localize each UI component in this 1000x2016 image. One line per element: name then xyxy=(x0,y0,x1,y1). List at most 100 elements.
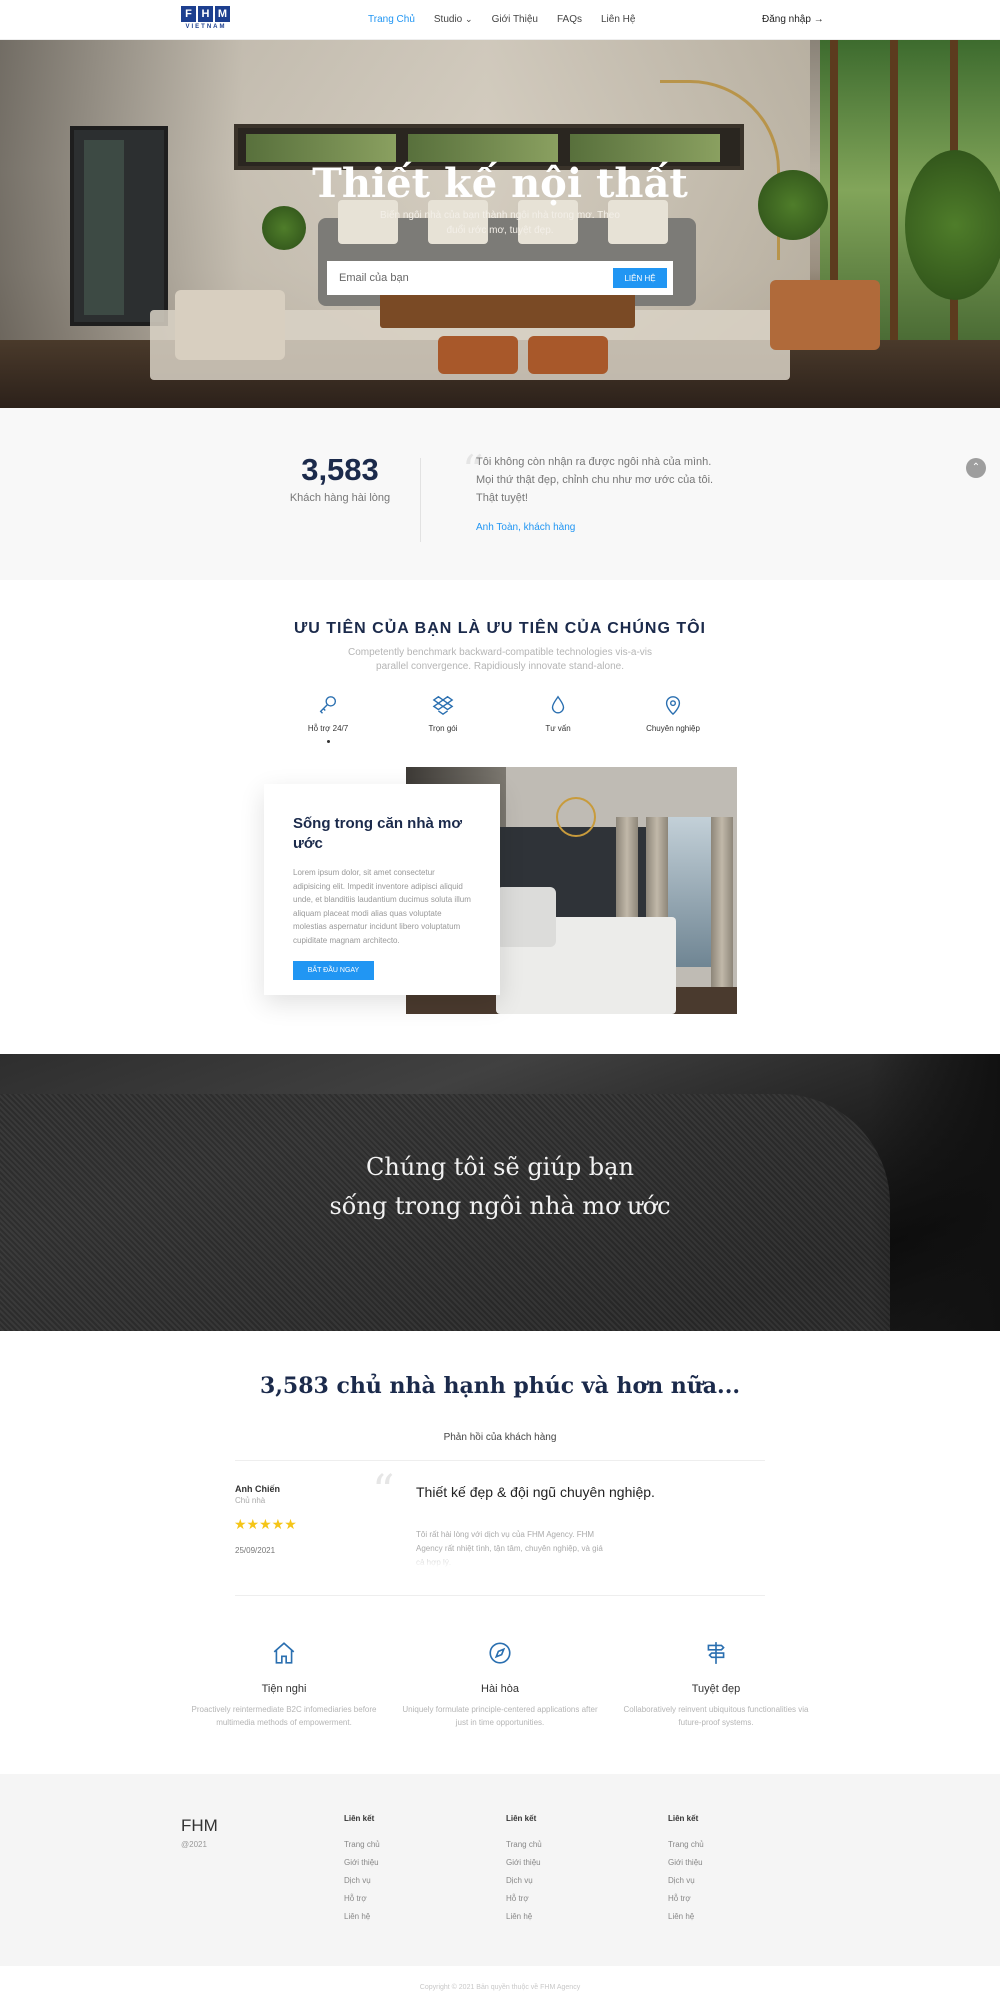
footer-year: @2021 xyxy=(181,1840,207,1849)
footer-link-contact[interactable]: Liên hệ xyxy=(506,1912,646,1930)
reviews-divider xyxy=(235,1460,765,1461)
copyright: Copyright © 2021 Bản quyền thuộc về FHM … xyxy=(419,1984,581,1991)
menu-item-faqs[interactable]: FAQs xyxy=(557,14,582,25)
feature-package[interactable]: Trọn gói xyxy=(398,694,488,733)
footer-link-support[interactable]: Hỗ trợ xyxy=(506,1894,646,1912)
hero-armchair xyxy=(175,290,285,360)
contact-button[interactable]: LIÊN HỆ xyxy=(613,268,667,288)
feature-consulting[interactable]: Tư vấn xyxy=(513,694,603,733)
banner-line-2: sống trong ngôi nhà mơ ước xyxy=(329,1192,671,1220)
footer-brand: FHM xyxy=(181,1816,218,1835)
start-now-button[interactable]: BẮT ĐẦU NGAY xyxy=(293,961,374,980)
priority-subtitle: Competently benchmark backward-compatibl… xyxy=(347,647,653,672)
footer-link-home[interactable]: Trang chủ xyxy=(344,1840,484,1858)
logo-letter-m: M xyxy=(215,6,230,22)
value-title: Tiện nghi xyxy=(261,1683,307,1695)
reviews-divider xyxy=(235,1595,765,1596)
footer-link-home[interactable]: Trang chủ xyxy=(668,1840,808,1858)
value-harmony: Hài hòa Uniquely formulate principle-cen… xyxy=(397,1640,603,1729)
feature-label: Trọn gói xyxy=(428,724,458,733)
value-text: Proactively reintermediate B2C infomedia… xyxy=(191,1705,377,1727)
footer-link-services[interactable]: Dịch vụ xyxy=(344,1876,484,1894)
feature-support[interactable]: Hỗ trợ 24/7 xyxy=(283,694,373,733)
scroll-to-top-button[interactable]: ⌃ xyxy=(966,458,986,478)
chevron-down-icon: ⌄ xyxy=(465,14,473,24)
footer-link-home[interactable]: Trang chủ xyxy=(506,1840,646,1858)
footer-column: Liên kết Trang chủ Giới thiệu Dịch vụ Hỗ… xyxy=(506,1814,646,1930)
feature-list: Hỗ trợ 24/7 Trọn gói Tư vấn Chuyên nghiệ… xyxy=(283,694,713,744)
value-title: Tuyệt đẹp xyxy=(691,1683,741,1695)
testimonial-quote: Tôi không còn nhận ra được ngôi nhà của … xyxy=(476,456,714,504)
logo-letter-h: H xyxy=(198,6,213,22)
footer-link-about[interactable]: Giới thiệu xyxy=(506,1858,646,1876)
reviewer-name: Anh Chiến xyxy=(235,1484,280,1494)
reviews-subtitle: Phản hồi của khách hàng xyxy=(443,1432,557,1443)
stats-divider xyxy=(420,458,421,542)
banner-text: Chúng tôi sẽ giúp bạn sống trong ngôi nh… xyxy=(0,1148,1000,1226)
footer-link-contact[interactable]: Liên hệ xyxy=(668,1912,808,1930)
hero-plant xyxy=(262,206,306,250)
menu-item-home[interactable]: Trang Chủ xyxy=(368,14,415,25)
menu-item-contact[interactable]: Liên Hệ xyxy=(601,14,635,25)
value-beauty: Tuyệt đẹp Collaboratively reinvent ubiqu… xyxy=(613,1640,819,1729)
hero-armchair xyxy=(770,280,880,350)
hero-title: Thiết kế nội thất xyxy=(312,160,688,207)
menu-item-about[interactable]: Giới Thiệu xyxy=(492,14,538,25)
menu-item-studio-label: Studio xyxy=(433,14,463,25)
brand-logo[interactable]: F H M VIETNAM xyxy=(181,6,231,34)
footer-column: Liên kết Trang chủ Giới thiệu Dịch vụ Hỗ… xyxy=(668,1814,808,1930)
card-text: Lorem ipsum dolor, sit amet consectetur … xyxy=(293,868,471,945)
value-text: Uniquely formulate principle-centered ap… xyxy=(402,1705,598,1727)
customer-count-label: Khách hàng hài lòng xyxy=(289,492,391,504)
priority-heading: ƯU TIÊN CỦA BẠN LÀ ƯU TIÊN CỦA CHÚNG TÔI xyxy=(293,620,706,637)
login-link[interactable]: Đăng nhập → xyxy=(762,14,824,25)
review-headline: Thiết kế đẹp & đội ngũ chuyên nghiệp. xyxy=(416,1484,655,1500)
active-feature-indicator xyxy=(327,740,330,743)
stats-section: 3,583 Khách hàng hài lòng “ Tôi không cò… xyxy=(0,408,1000,580)
email-input[interactable] xyxy=(339,269,589,287)
dropbox-icon xyxy=(398,694,488,716)
customer-count: 3,583 xyxy=(301,452,379,487)
dream-home-banner: Chúng tôi sẽ giúp bạn sống trong ngôi nh… xyxy=(0,1054,1000,1331)
value-text: Collaboratively reinvent ubiquitous func… xyxy=(623,1705,809,1727)
footer-link-about[interactable]: Giới thiệu xyxy=(344,1858,484,1876)
star-rating: ★★★★★ xyxy=(234,1516,297,1532)
footer-link-support[interactable]: Hỗ trợ xyxy=(668,1894,808,1912)
footer-column-title: Liên kết xyxy=(506,1814,537,1823)
home-icon xyxy=(181,1640,387,1666)
footer-link-services[interactable]: Dịch vụ xyxy=(506,1876,646,1894)
drop-icon xyxy=(513,694,603,716)
feature-label: Chuyên nghiệp xyxy=(646,724,700,733)
review-date: 25/09/2021 xyxy=(235,1546,276,1555)
logo-letter-f: F xyxy=(181,6,196,22)
banner-line-1: Chúng tôi sẽ giúp bạn xyxy=(366,1153,634,1181)
footer-link-about[interactable]: Giới thiệu xyxy=(668,1858,808,1876)
hero-subtitle: Biến ngôi nhà của bạn thành ngôi nhà tro… xyxy=(380,210,620,236)
map-pin-icon xyxy=(628,694,718,716)
testimonial-author[interactable]: Anh Toàn, khách hàng xyxy=(476,522,575,533)
feature-professional[interactable]: Chuyên nghiệp xyxy=(628,694,718,733)
footer: FHM @2021 Liên kết Trang chủ Giới thiệu … xyxy=(0,1774,1000,1966)
reviewer-role: Chủ nhà xyxy=(235,1496,266,1505)
top-navbar: F H M VIETNAM Trang Chủ Studio ⌄ Giới Th… xyxy=(0,0,1000,40)
footer-column-title: Liên kết xyxy=(668,1814,699,1823)
hero-door xyxy=(70,126,168,326)
feature-card: Sống trong căn nhà mơ ước Lorem ipsum do… xyxy=(264,784,500,995)
hero-ottoman xyxy=(438,336,518,374)
compass-icon xyxy=(397,1640,603,1666)
main-menu: Trang Chủ Studio ⌄ Giới Thiệu FAQs Liên … xyxy=(368,14,635,25)
quote-icon: “ xyxy=(372,1466,395,1517)
hero-ottoman xyxy=(528,336,608,374)
footer-link-support[interactable]: Hỗ trợ xyxy=(344,1894,484,1912)
footer-column: Liên kết Trang chủ Giới thiệu Dịch vụ Hỗ… xyxy=(344,1814,484,1930)
value-title: Hài hòa xyxy=(481,1683,519,1695)
reviews-heading: 3,583 chủ nhà hạnh phúc và hơn nữa... xyxy=(259,1373,741,1399)
feature-label: Tư vấn xyxy=(545,724,571,733)
feature-label: Hỗ trợ 24/7 xyxy=(307,724,349,733)
card-title: Sống trong căn nhà mơ ước xyxy=(293,815,462,852)
menu-item-studio[interactable]: Studio ⌄ xyxy=(434,14,473,25)
footer-link-services[interactable]: Dịch vụ xyxy=(668,1876,808,1894)
footer-link-contact[interactable]: Liên hệ xyxy=(344,1912,484,1930)
footer-column-title: Liên kết xyxy=(344,1814,375,1823)
review-text: Tôi rất hài lòng với dịch vụ của FHM Age… xyxy=(416,1530,603,1567)
